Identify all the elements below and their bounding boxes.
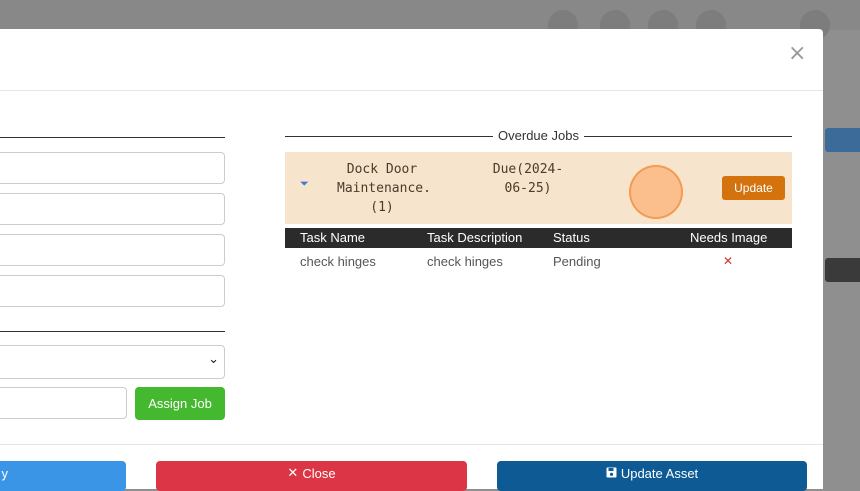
job-input[interactable] xyxy=(0,387,127,419)
floppy-disk-icon xyxy=(606,467,617,478)
column-header-task-description: Task Description xyxy=(427,230,523,245)
overdue-job-row[interactable]: ⏷ Dock Door Maintenance.(1) Due(2024-06-… xyxy=(285,152,792,224)
table-row: check hinges check hinges Pending ✕ xyxy=(285,251,792,271)
text-input[interactable] xyxy=(0,152,225,184)
column-header-status: Status xyxy=(553,230,590,245)
section-divider xyxy=(0,331,225,332)
update-asset-button[interactable]: Update Asset xyxy=(497,461,807,491)
text-input[interactable] xyxy=(0,275,225,307)
overdue-jobs-heading: Overdue Jobs xyxy=(285,128,792,146)
edit-asset-modal: × ⌄ Assign Job Overdue Jobs ⏷ Dock Door … xyxy=(0,29,823,491)
column-header-needs-image: Needs Image xyxy=(690,230,768,245)
task-status-cell: Pending xyxy=(553,254,601,269)
background-header xyxy=(0,0,860,30)
save-icon xyxy=(606,467,617,481)
close-button-label: Close xyxy=(302,466,336,481)
close-icon[interactable]: × xyxy=(788,41,806,66)
modal-footer-divider xyxy=(0,444,823,445)
background-button xyxy=(825,128,860,152)
assign-job-button[interactable]: Assign Job xyxy=(135,387,225,420)
job-select[interactable]: ⌄ xyxy=(0,345,225,379)
modal-header: × xyxy=(0,29,823,91)
task-description-cell: check hinges xyxy=(427,254,503,269)
job-name: Dock Door Maintenance.(1) xyxy=(337,162,431,215)
heading-line xyxy=(285,136,493,137)
update-asset-button-label: Update Asset xyxy=(620,466,699,481)
heading-line xyxy=(584,136,792,137)
footer-left-button-label: y xyxy=(1,466,9,481)
section-divider xyxy=(0,137,225,138)
job-due-date: Due(2024-06-25) xyxy=(492,162,564,196)
overdue-jobs-title: Overdue Jobs xyxy=(498,128,579,143)
column-header-task-name: Task Name xyxy=(300,230,366,245)
text-input[interactable] xyxy=(0,193,225,225)
close-button[interactable]: ✕ Close xyxy=(156,461,467,491)
cursor-indicator xyxy=(629,165,683,219)
tasks-table-header: Task Name Task Description Status Needs … xyxy=(285,228,792,248)
task-name-cell: check hinges xyxy=(300,254,376,269)
update-job-button[interactable]: Update xyxy=(722,176,785,200)
caret-down-icon[interactable]: ⏷ xyxy=(300,177,309,191)
close-icon: ✕ xyxy=(287,466,299,481)
footer-left-button[interactable]: y xyxy=(0,461,126,491)
chevron-down-icon: ⌄ xyxy=(208,352,219,367)
background-button xyxy=(825,258,860,282)
x-icon: ✕ xyxy=(723,254,734,268)
text-input[interactable] xyxy=(0,234,225,266)
